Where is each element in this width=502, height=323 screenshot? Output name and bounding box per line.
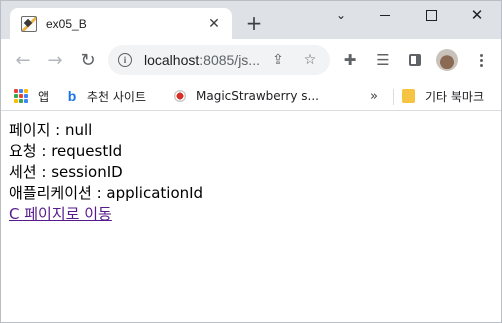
bookmark-label: 추천 사이트 [87,89,147,104]
browser-tab[interactable]: ex05_B ✕ [10,8,232,39]
url-host: localhost [144,52,200,68]
reload-icon[interactable]: ↻ [75,47,101,73]
page-content: 페이지 : null 요청 : requestId 세션 : sessionID… [9,120,203,225]
page-favicon-icon [21,15,37,32]
more-menu-icon[interactable] [472,49,490,71]
site-info-icon[interactable]: i [118,53,132,67]
title-bar: ex05_B ✕ + ⌄ ✕ [0,0,502,39]
bookmarks-overflow-button[interactable]: » [370,85,378,107]
bookmarks-bar: 앱 b 추천 사이트 MagicStrawberry s... » 기타 북마크 [0,81,502,111]
back-arrow-icon[interactable]: ← [10,47,36,73]
side-panel-button[interactable] [405,50,425,70]
minimize-icon [380,14,390,16]
other-bookmarks-label: 기타 북마크 [425,89,485,104]
share-icon[interactable]: ⇪ [270,52,286,68]
bookmarks-divider [393,89,394,105]
tab-title: ex05_B [46,16,87,31]
page-scope-line: 페이지 : null [9,121,93,139]
side-panel-icon [409,54,421,66]
strawberry-icon [174,90,186,102]
media-queue-icon[interactable]: ☰ [373,50,393,70]
tab-search-chevron-down-icon[interactable]: ⌄ [318,0,364,30]
apps-grid-icon [14,89,28,103]
extensions-puzzle-icon[interactable]: ✚ [340,50,360,70]
bing-icon: b [67,88,77,104]
profile-avatar[interactable] [436,49,458,71]
close-window-button[interactable]: ✕ [454,0,500,30]
request-scope-line: 요청 : requestId [9,142,123,160]
other-bookmarks-folder[interactable]: 기타 북마크 [402,85,484,107]
close-tab-icon[interactable]: ✕ [204,14,224,34]
bookmark-label: 앱 [38,89,50,104]
bookmark-magicstrawberry[interactable]: MagicStrawberry s... [174,85,319,107]
application-scope-line: 애플리케이션 : applicationId [9,184,204,202]
url-text[interactable]: localhost:8085/js... [144,52,266,68]
bookmark-label: MagicStrawberry s... [196,89,319,103]
go-to-page-c-link[interactable]: C 페이지로 이동 [9,205,112,223]
minimize-button[interactable] [362,0,408,30]
maximize-icon [425,9,437,21]
forward-arrow-icon[interactable]: → [42,47,68,73]
bookmark-apps[interactable]: 앱 [14,85,49,107]
bookmark-star-icon[interactable]: ☆ [302,52,318,68]
session-scope-line: 세션 : sessionID [9,163,123,181]
url-rest: :8085/js... [199,52,260,68]
new-tab-button[interactable]: + [243,11,265,35]
browser-toolbar: ← → ↻ i localhost:8085/js... ⇪ ☆ ✚ ☰ [0,39,502,81]
address-bar[interactable]: i localhost:8085/js... ⇪ ☆ [108,45,330,75]
folder-icon [402,89,415,103]
bookmark-recommended-sites[interactable]: b 추천 사이트 [67,85,146,107]
maximize-button[interactable] [408,0,454,30]
